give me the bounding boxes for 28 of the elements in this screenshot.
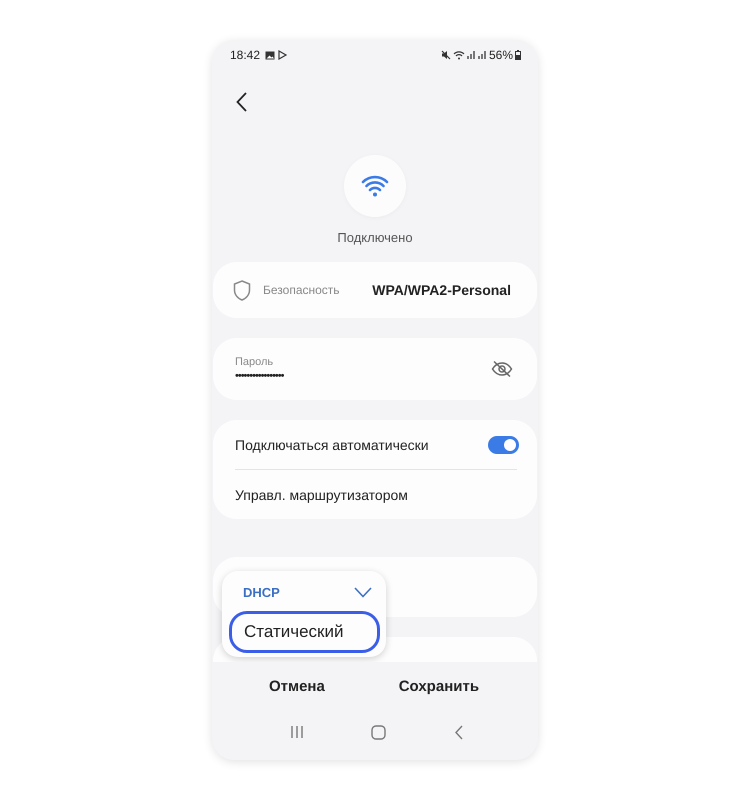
eye-slash-icon[interactable] <box>491 360 513 378</box>
back-icon[interactable] <box>454 724 464 740</box>
clock-text: 18:42 <box>230 48 260 62</box>
password-field[interactable]: ••••••••••••••••• <box>235 370 284 382</box>
password-label: Пароль <box>235 356 274 368</box>
connection-status-text: Подключено <box>337 230 413 245</box>
toggle-switch[interactable] <box>488 436 519 454</box>
wifi-icon <box>344 155 406 217</box>
security-label: Безопасность <box>263 283 340 297</box>
play-store-icon <box>278 50 288 60</box>
gallery-icon <box>265 50 276 60</box>
recent-apps-icon[interactable] <box>290 725 304 739</box>
setting-label: Подключаться автоматически <box>235 436 429 452</box>
settings-link[interactable]: Управл. маршрутизатором <box>235 470 519 519</box>
action-button[interactable]: Отмена <box>258 672 335 700</box>
action-button[interactable]: Сохранить <box>388 672 490 700</box>
menu-option[interactable]: Статический <box>229 611 380 653</box>
signal-icon <box>466 50 476 60</box>
security-value: WPA/WPA2-Personal <box>372 282 512 298</box>
checkmark-icon <box>354 586 372 598</box>
menu-option[interactable]: DHCP <box>229 579 380 605</box>
mute-icon <box>440 50 451 60</box>
wifi-status-icon <box>452 50 465 60</box>
shield-icon <box>233 280 251 300</box>
battery-icon <box>515 50 521 60</box>
battery-text: 56% <box>488 48 513 62</box>
signal-icon <box>478 50 487 60</box>
home-icon[interactable] <box>371 724 386 740</box>
